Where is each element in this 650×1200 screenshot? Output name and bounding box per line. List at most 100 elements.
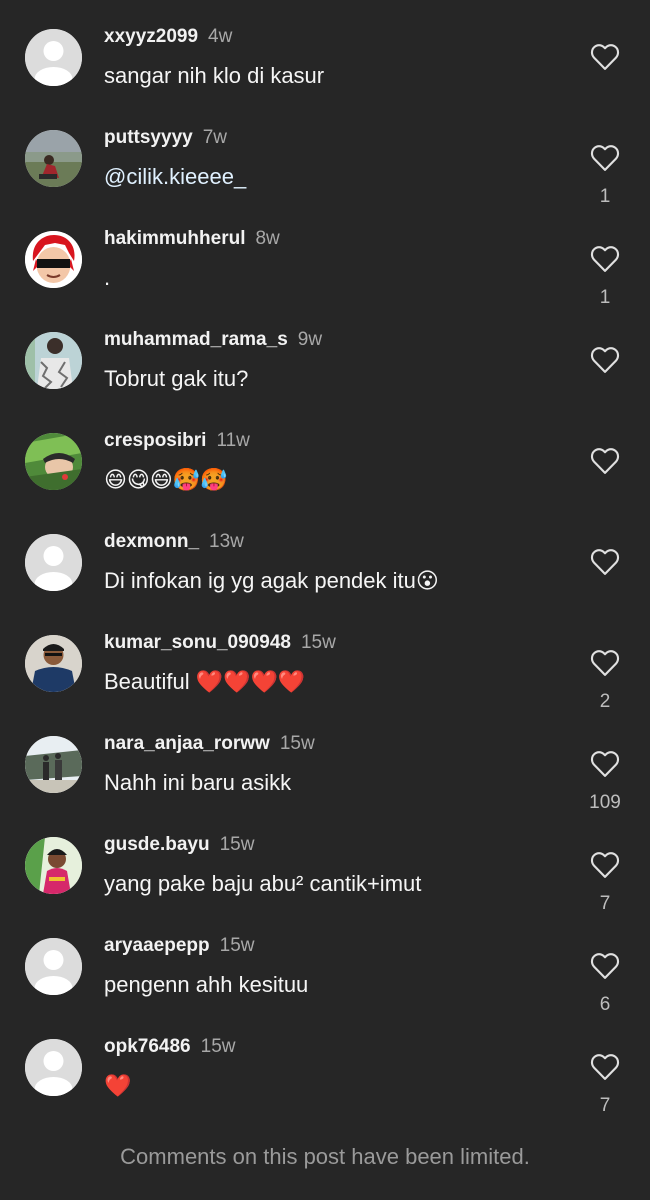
username-text[interactable]: puttsyyyy: [104, 127, 193, 148]
heart-outline-icon: [590, 549, 620, 575]
comment-text: Di infokan ig yg agak pendek itu😮: [104, 568, 439, 593]
like-button[interactable]: [590, 548, 620, 576]
username[interactable]: xxyyz2099 4w: [104, 26, 232, 48]
like-button[interactable]: [590, 43, 620, 71]
username-text[interactable]: nara_anjaa_rorww: [104, 733, 270, 754]
comment-item: hakimmuhherul 8w . 1: [0, 228, 650, 331]
cartoon-avatar-icon: [25, 231, 82, 288]
like-button[interactable]: [590, 346, 620, 374]
like-count: 7: [599, 1095, 611, 1116]
comment-text: ❤️: [104, 1073, 132, 1098]
timestamp: 13w: [209, 531, 244, 552]
username-text[interactable]: gusde.bayu: [104, 834, 210, 855]
photo-avatar-icon: [25, 736, 82, 793]
photo-avatar-icon: [25, 332, 82, 389]
like-count: 109: [589, 792, 621, 813]
like-button[interactable]: [590, 649, 620, 677]
heart-outline-icon: [590, 448, 620, 474]
avatar[interactable]: [25, 837, 82, 894]
heart-outline-icon: [590, 347, 620, 373]
comment-item: dexmonn_ 13w Di infokan ig yg agak pendek…: [0, 531, 650, 634]
avatar[interactable]: [25, 938, 82, 995]
username-text[interactable]: aryaaepepp: [104, 935, 210, 956]
like-count: 1: [599, 287, 611, 308]
photo-avatar-icon: [25, 635, 82, 692]
timestamp: 15w: [279, 733, 315, 754]
avatar[interactable]: [25, 29, 82, 86]
username-text[interactable]: hakimmuhherul: [104, 228, 245, 249]
like-count: 2: [599, 691, 611, 712]
like-button[interactable]: [590, 851, 620, 879]
photo-avatar-icon: [25, 130, 82, 187]
timestamp: 15w: [219, 935, 255, 956]
like-button[interactable]: [590, 447, 620, 475]
comment-text: Tobrut gak itu?: [104, 366, 249, 391]
heart-outline-icon: [590, 650, 620, 676]
avatar[interactable]: [25, 1039, 82, 1096]
heart-outline-icon: [590, 751, 620, 777]
comment-text: yang pake baju abu² cantik+imut: [104, 871, 422, 896]
comment-text: .: [104, 265, 111, 290]
heart-outline-icon: [590, 44, 620, 70]
avatar[interactable]: [25, 231, 82, 288]
avatar[interactable]: [25, 736, 82, 793]
like-button[interactable]: [590, 952, 620, 980]
avatar[interactable]: [25, 433, 82, 490]
heart-outline-icon: [590, 246, 620, 272]
heart-outline-icon: [590, 953, 620, 979]
photo-avatar-icon: [25, 433, 82, 490]
like-count: 1: [599, 186, 611, 207]
username[interactable]: cresposibri 11w: [104, 430, 250, 452]
timestamp: 15w: [300, 632, 336, 653]
avatar[interactable]: [25, 130, 82, 187]
username[interactable]: aryaaepepp 15w: [104, 935, 254, 957]
heart-outline-icon: [590, 145, 620, 171]
photo-avatar-icon: [25, 837, 82, 894]
timestamp: 4w: [208, 26, 233, 47]
username[interactable]: gusde.bayu 15w: [104, 834, 254, 856]
comments-limited-notice: Comments on this post have been limited.: [120, 1144, 530, 1169]
comment-item: aryaaepepp 15w pengenn ahh kesituu 6: [0, 935, 650, 1038]
username[interactable]: dexmonn_ 13w: [104, 531, 244, 553]
username-text[interactable]: cresposibri: [104, 430, 206, 451]
username-text[interactable]: xxyyz2099: [104, 26, 198, 47]
username[interactable]: nara_anjaa_rorww 15w: [104, 733, 315, 755]
username-text[interactable]: dexmonn_: [104, 531, 199, 552]
username[interactable]: muhammad_rama_s 9w: [104, 329, 322, 351]
like-button[interactable]: [590, 245, 620, 273]
like-button[interactable]: [590, 144, 620, 172]
avatar[interactable]: [25, 534, 82, 591]
timestamp: 15w: [200, 1036, 236, 1057]
comment-item: nara_anjaa_rorww 15w Nahh ini baru asikk …: [0, 733, 650, 836]
username-text[interactable]: kumar_sonu_090948: [104, 632, 291, 653]
username[interactable]: hakimmuhherul 8w: [104, 228, 280, 250]
avatar[interactable]: [25, 635, 82, 692]
comment-item: xxyyz2099 4w sangar nih klo di kasur: [0, 26, 650, 129]
username[interactable]: kumar_sonu_090948 15w: [104, 632, 336, 654]
username[interactable]: puttsyyyy 7w: [104, 127, 227, 149]
like-count: 6: [599, 994, 611, 1015]
comment-item: cresposibri 11w 😄😋😄🥵🥵: [0, 430, 650, 533]
heart-outline-icon: [590, 852, 620, 878]
like-count: 7: [599, 893, 611, 914]
timestamp: 15w: [219, 834, 255, 855]
comment-text: sangar nih klo di kasur: [104, 63, 325, 88]
username-text[interactable]: muhammad_rama_s: [104, 329, 288, 350]
timestamp: 11w: [216, 430, 250, 451]
timestamp: 8w: [255, 228, 280, 249]
comment-item: opk76486 15w ❤️ 7: [0, 1036, 650, 1139]
like-button[interactable]: [590, 750, 620, 778]
avatar[interactable]: [25, 332, 82, 389]
like-button[interactable]: [590, 1053, 620, 1081]
timestamp: 7w: [202, 127, 227, 148]
username[interactable]: opk76486 15w: [104, 1036, 235, 1058]
comments-list: xxyyz2099 4w sangar nih klo di kasur putt…: [0, 0, 650, 1200]
comment-item: muhammad_rama_s 9w Tobrut gak itu?: [0, 329, 650, 432]
comment-text[interactable]: @cilik.kieeee_: [104, 164, 246, 190]
person-silhouette-icon: [25, 534, 82, 591]
timestamp: 9w: [297, 329, 323, 350]
comment-item: kumar_sonu_090948 15w Beautiful ❤️❤️❤️❤️ …: [0, 632, 650, 735]
username-text[interactable]: opk76486: [104, 1036, 191, 1057]
comment-item: puttsyyyy 7w @cilik.kieeee_ 1: [0, 127, 650, 230]
person-silhouette-icon: [25, 938, 82, 995]
